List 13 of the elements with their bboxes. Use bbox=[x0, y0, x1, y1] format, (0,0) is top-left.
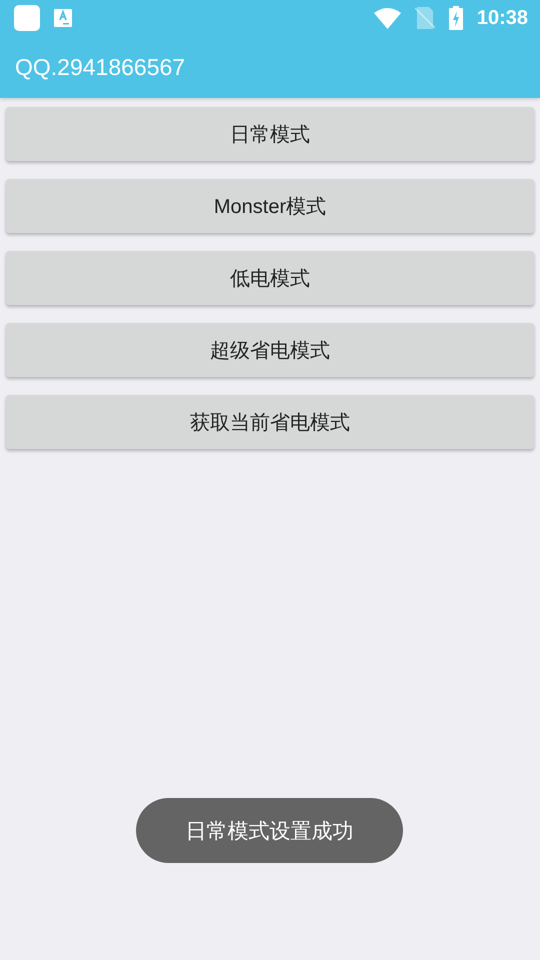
wifi-icon bbox=[374, 8, 401, 28]
app-icon bbox=[14, 5, 40, 31]
mode-button[interactable]: 获取当前省电模式 bbox=[6, 395, 534, 449]
toast-message: 日常模式设置成功 bbox=[136, 798, 403, 863]
no-sim-icon bbox=[414, 7, 435, 29]
mode-button[interactable]: 日常模式 bbox=[6, 107, 534, 161]
app-title: QQ.2941866567 bbox=[15, 54, 186, 80]
mode-button[interactable]: Monster模式 bbox=[6, 179, 534, 233]
clock-time: 10:38 bbox=[476, 6, 528, 30]
mode-button[interactable]: 超级省电模式 bbox=[6, 323, 534, 377]
battery-charging-icon bbox=[448, 6, 463, 30]
keyboard-notification-icon bbox=[54, 9, 72, 27]
mode-button[interactable]: 低电模式 bbox=[6, 251, 534, 305]
